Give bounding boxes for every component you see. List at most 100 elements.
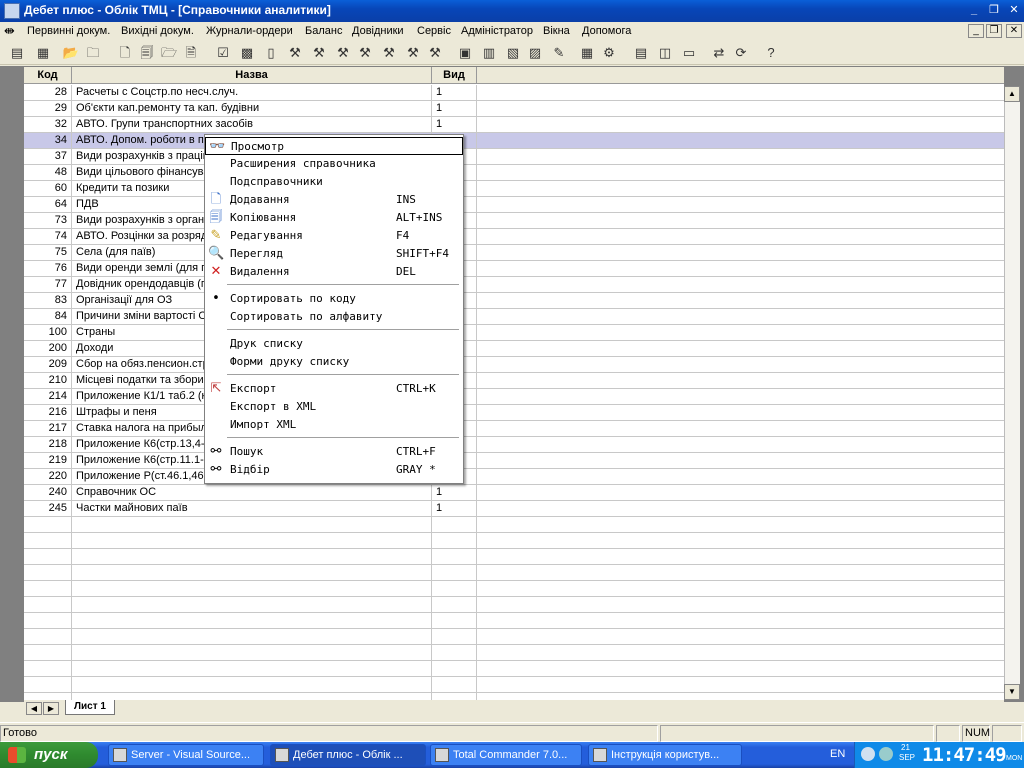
calculator-icon[interactable]: ▦ — [578, 44, 596, 62]
menu-item-edit[interactable]: ✎ Редагування F4 — [205, 227, 463, 245]
column-header-name[interactable]: Назва — [72, 67, 432, 84]
hammer-icon-2[interactable]: ⚒ — [310, 44, 328, 62]
menu-item-add[interactable]: 🗋 Додавання INS — [205, 191, 463, 209]
menu-item-preview[interactable]: 🔍 Перегляд SHIFT+F4 — [205, 245, 463, 263]
table-row[interactable] — [24, 517, 1004, 533]
folder-icon[interactable]: 🗀 — [84, 44, 102, 62]
table-row[interactable]: 240 Справочник ОС 1 — [24, 485, 1004, 501]
chart-icon[interactable]: ▧ — [504, 44, 522, 62]
table-row[interactable]: 48 Види цільового фінансува — [24, 165, 1004, 181]
table-row[interactable]: 217 Ставка налога на прибыл — [24, 421, 1004, 437]
check-list-icon[interactable]: ☑ — [214, 44, 232, 62]
table-row[interactable]: 74АВТО. Розцінки за розрядar — [24, 229, 1004, 245]
hammer-icon-1[interactable]: ⚒ — [286, 44, 304, 62]
table-row[interactable] — [24, 677, 1004, 693]
refresh-icon[interactable]: ⟳ — [732, 44, 750, 62]
network-icon[interactable] — [861, 747, 875, 761]
mdi-child-icon[interactable]: ⇼ — [4, 24, 18, 38]
menu-item-print-forms[interactable]: Форми друку списку — [205, 353, 463, 371]
table-row[interactable] — [24, 661, 1004, 677]
form-icon[interactable]: ▤ — [8, 44, 26, 62]
menu-output-docs[interactable]: Вихідні докум. — [121, 25, 194, 37]
table-row[interactable]: 219 Приложение К6(стр.11.1- — [24, 453, 1004, 469]
menu-service[interactable]: Сервіс — [417, 25, 451, 37]
table-row[interactable]: 32 АВТО. Групи транспортних засобів 1 — [24, 117, 1004, 133]
table-row[interactable] — [24, 645, 1004, 661]
menu-help[interactable]: Допомога — [582, 25, 631, 37]
close-icon[interactable]: ✕ — [1006, 3, 1022, 17]
analytics-grid[interactable]: Код Назва Вид 28 Расчеты с Соцстр.по несч… — [24, 67, 1004, 701]
hammer-icon-3[interactable]: ⚒ — [334, 44, 352, 62]
table-row[interactable]: 77 Довідник орендодавців (п — [24, 277, 1004, 293]
table-row[interactable]: 214 Приложение К1/1 таб.2 (к — [24, 389, 1004, 405]
mdi-minimize-icon[interactable]: _ — [968, 24, 984, 38]
window-icon[interactable]: ▭ — [680, 44, 698, 62]
sheet-next-icon[interactable]: ▶ — [43, 702, 59, 715]
table-row[interactable] — [24, 597, 1004, 613]
minimize-icon[interactable]: _ — [966, 3, 982, 17]
table-row[interactable]: 218 Приложение К6(стр.13,4- — [24, 437, 1004, 453]
report-icon[interactable]: ▣ — [456, 44, 474, 62]
menu-balance[interactable]: Баланс — [305, 25, 342, 37]
menu-item-copy[interactable]: 🗐 Копіювання ALT+INS — [205, 209, 463, 227]
table-row[interactable]: 210 Місцеві податки та збори — [24, 373, 1004, 389]
calc-icon[interactable]: ▩ — [238, 44, 256, 62]
table-row[interactable]: 220 Приложение Р(ст.46.1,46. — [24, 469, 1004, 485]
menu-item-subdirectories[interactable]: Подсправочники — [205, 173, 463, 191]
start-button[interactable]: пуск — [0, 742, 98, 768]
open-folder-icon[interactable]: 📂 — [62, 44, 80, 62]
mdi-restore-icon[interactable]: ❐ — [986, 24, 1002, 38]
sheet-tab[interactable]: Лист 1 — [65, 700, 115, 715]
menu-primary-docs[interactable]: Первинні докум. — [27, 25, 110, 37]
table-row[interactable]: 100 Страны — [24, 325, 1004, 341]
page-icon[interactable]: 🗎 — [182, 44, 200, 62]
menu-admin[interactable]: Адміністратор — [461, 25, 533, 37]
table-row[interactable] — [24, 565, 1004, 581]
table-row[interactable] — [24, 613, 1004, 629]
menu-directories[interactable]: Довідники — [352, 25, 404, 37]
table-row[interactable]: 60 Кредити та позики — [24, 181, 1004, 197]
table-row[interactable]: 83 Організації для ОЗ — [24, 293, 1004, 309]
scroll-down-icon[interactable]: ▼ — [1004, 684, 1020, 700]
table-row[interactable] — [24, 549, 1004, 565]
menu-item-filter[interactable]: ⚯ Відбір GRAY * — [205, 461, 463, 479]
new-doc-icon[interactable]: 🗋 — [116, 44, 134, 62]
table-row[interactable]: 245 Частки майнових паїв 1 — [24, 501, 1004, 517]
menu-item-sort-code[interactable]: • Сортировать по коду — [205, 290, 463, 308]
tile-icon[interactable]: ◫ — [656, 44, 674, 62]
table-row[interactable]: 75 Села (для паїв) — [24, 245, 1004, 261]
table-row[interactable]: 76 Види оренди землі (для п — [24, 261, 1004, 277]
table-row[interactable]: 209 Сбор на обяз.пенсион.стр — [24, 357, 1004, 373]
column-header-code[interactable]: Код — [24, 67, 72, 84]
menu-windows[interactable]: Вікна — [543, 25, 570, 37]
docs-icon[interactable]: 🗐 — [138, 44, 156, 62]
help-icon[interactable]: ? — [762, 44, 780, 62]
hammer-icon-4[interactable]: ⚒ — [356, 44, 374, 62]
menu-item-sort-alpha[interactable]: Сортировать по алфавиту — [205, 308, 463, 326]
table-row[interactable] — [24, 533, 1004, 549]
menu-item-view[interactable]: 👓 Просмотр — [205, 137, 463, 155]
table-row[interactable] — [24, 581, 1004, 597]
task-total-commander[interactable]: Total Commander 7.0... — [430, 744, 582, 766]
scroll-up-icon[interactable]: ▲ — [1004, 86, 1020, 102]
table-row[interactable]: 216 Штрафы и пеня — [24, 405, 1004, 421]
task-instruction[interactable]: Інструкція користув... — [588, 744, 742, 766]
vertical-scrollbar[interactable] — [1004, 86, 1020, 700]
menu-item-export-xml[interactable]: Експорт в XML — [205, 398, 463, 416]
menu-item-search[interactable]: ⚯ Пошук CTRL+F — [205, 443, 463, 461]
cards-icon[interactable]: ▥ — [480, 44, 498, 62]
menu-item-print-list[interactable]: Друк списку — [205, 335, 463, 353]
table-row[interactable] — [24, 629, 1004, 645]
column-header-type[interactable]: Вид — [432, 67, 477, 84]
move-icon[interactable]: ⇄ — [710, 44, 728, 62]
table-row[interactable]: 34 АВТО. Допом. роботи в п — [24, 133, 1004, 149]
hammer-icon-6[interactable]: ⚒ — [404, 44, 422, 62]
table-row[interactable]: 64 ПДВ — [24, 197, 1004, 213]
table-row[interactable]: 200 Доходи — [24, 341, 1004, 357]
wrench-icon[interactable]: ⚙ — [600, 44, 618, 62]
table-row[interactable]: 73 Види розрахунків з орган — [24, 213, 1004, 229]
list-icon[interactable]: ▦ — [34, 44, 52, 62]
menu-item-delete[interactable]: ✕ Видалення DEL — [205, 263, 463, 281]
task-visual-source[interactable]: Server - Visual Source... — [108, 744, 264, 766]
pen-icon[interactable]: ✎ — [550, 44, 568, 62]
